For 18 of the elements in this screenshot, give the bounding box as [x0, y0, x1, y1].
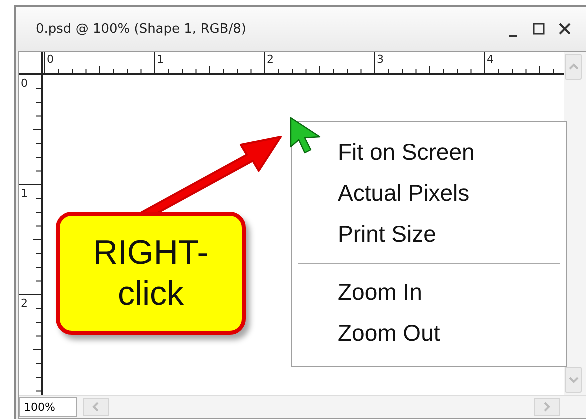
- vertical-scrollbar[interactable]: [564, 52, 586, 395]
- scroll-down-button[interactable]: [565, 367, 582, 393]
- minimize-icon: [509, 35, 517, 37]
- callout-label: RIGHT- click: [56, 212, 246, 335]
- horizontal-ruler: 0 1 2 3 4: [43, 52, 564, 75]
- vertical-ruler: 0 1 2: [19, 75, 43, 395]
- maximize-icon: [533, 23, 545, 35]
- menu-item[interactable]: Actual Pixels: [292, 173, 566, 214]
- scroll-right-button[interactable]: [534, 398, 560, 416]
- window-title: 0.psd @ 100% (Shape 1, RGB/8): [36, 22, 248, 36]
- close-icon: [559, 23, 571, 35]
- scroll-up-button[interactable]: [565, 54, 582, 80]
- zoom-field[interactable]: 100%: [19, 397, 77, 417]
- menu-item[interactable]: Zoom In: [292, 272, 566, 313]
- menu-item[interactable]: Zoom Out: [292, 313, 566, 354]
- menu-item[interactable]: Print Size: [292, 214, 566, 255]
- menu-item[interactable]: Fit on Screen: [292, 132, 566, 173]
- scroll-left-button[interactable]: [83, 398, 109, 416]
